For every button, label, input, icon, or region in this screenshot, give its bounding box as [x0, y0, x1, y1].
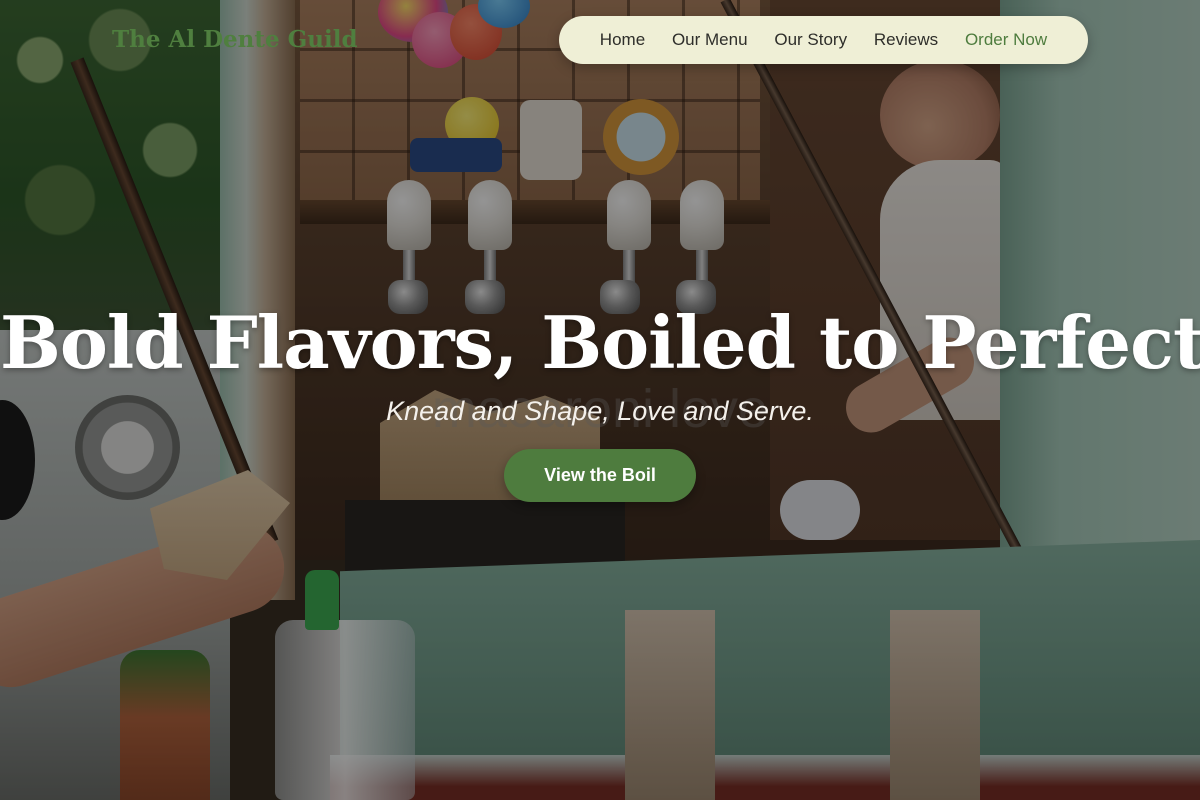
nav-link-home[interactable]: Home — [600, 30, 645, 50]
hero-title: Bold Flavors, Boiled to Perfection. — [0, 300, 1200, 385]
nav-link-reviews[interactable]: Reviews — [874, 30, 938, 50]
site-logo[interactable]: The Al Dente Guild — [112, 26, 358, 53]
view-the-boil-button[interactable]: View the Boil — [504, 449, 696, 502]
main-nav: Home Our Menu Our Story Reviews Order No… — [559, 16, 1088, 64]
nav-link-order-now[interactable]: Order Now — [965, 30, 1047, 50]
nav-link-our-story[interactable]: Our Story — [774, 30, 847, 50]
page: The Al Dente Guild Home Our Menu Our Sto… — [0, 0, 1200, 800]
hero-tagline: Knead and Shape, Love and Serve. — [386, 396, 814, 426]
nav-link-our-menu[interactable]: Our Menu — [672, 30, 748, 50]
